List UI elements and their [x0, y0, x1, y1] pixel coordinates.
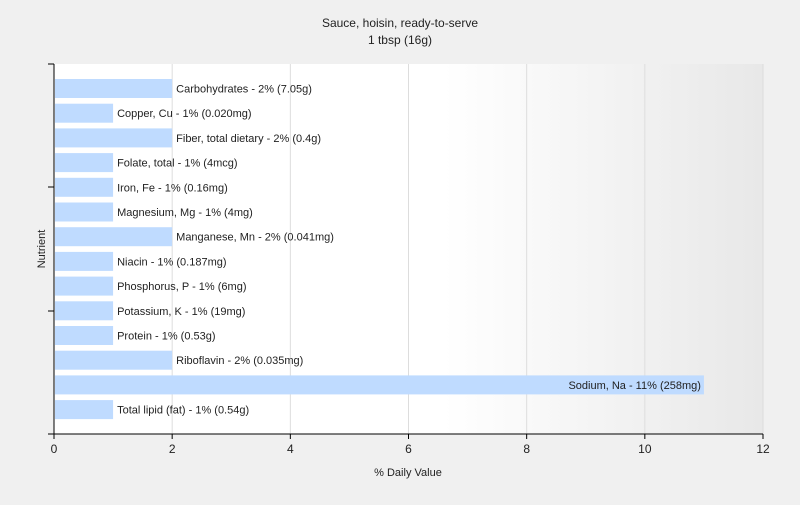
bar-data-label: Magnesium, Mg - 1% (4mg)	[117, 207, 253, 219]
x-tick-label: 10	[638, 442, 652, 456]
x-tick-labels: 0 2 4 6 8 10 12	[51, 434, 770, 456]
bar	[55, 227, 173, 247]
chart-container: Carbohydrates - 2% (7.05g) Copper, Cu - 1…	[0, 0, 800, 500]
x-tick-label: 8	[523, 442, 530, 456]
bar	[55, 177, 114, 197]
bar	[55, 400, 114, 420]
x-tick-label: 0	[51, 442, 58, 456]
y-axis-label: Nutrient	[36, 230, 48, 269]
bar	[55, 103, 114, 123]
bar-data-label: Protein - 1% (0.53g)	[117, 331, 215, 343]
bar	[55, 251, 114, 271]
bar	[55, 153, 114, 173]
bar-data-label: Niacin - 1% (0.187mg)	[117, 256, 226, 268]
bar-data-label: Phosphorus, P - 1% (6mg)	[117, 281, 246, 293]
nutrient-bar-chart: Carbohydrates - 2% (7.05g) Copper, Cu - 1…	[36, 16, 770, 479]
bar-data-label: Total lipid (fat) - 1% (0.54g)	[117, 405, 249, 417]
x-tick-label: 4	[287, 442, 294, 456]
bar	[55, 276, 114, 296]
bar	[55, 79, 173, 98]
bar-data-label: Folate, total - 1% (4mcg)	[117, 158, 237, 170]
x-tick-label: 2	[169, 442, 176, 456]
x-axis-label: % Daily Value	[374, 467, 442, 479]
bar-data-label: Riboflavin - 2% (0.035mg)	[176, 355, 303, 367]
bar	[55, 326, 114, 345]
x-tick-label: 12	[756, 442, 770, 456]
bar	[55, 301, 114, 321]
bar	[55, 128, 173, 148]
bar	[55, 202, 114, 222]
chart-subtitle: 1 tbsp (16g)	[368, 33, 432, 47]
bar-data-label: Fiber, total dietary - 2% (0.4g)	[176, 133, 321, 145]
x-tick-label: 6	[405, 442, 412, 456]
bar-data-label: Carbohydrates - 2% (7.05g)	[176, 84, 312, 96]
chart-title: Sauce, hoisin, ready-to-serve	[322, 16, 478, 30]
bar-data-label: Sodium, Na - 11% (258mg)	[568, 380, 700, 392]
bar-data-label: Iron, Fe - 1% (0.16mg)	[117, 182, 228, 194]
bar	[55, 350, 173, 370]
bar-data-label: Potassium, K - 1% (19mg)	[117, 306, 245, 318]
bar-data-label: Copper, Cu - 1% (0.020mg)	[117, 108, 252, 120]
bar-data-label: Manganese, Mn - 2% (0.041mg)	[176, 232, 334, 244]
